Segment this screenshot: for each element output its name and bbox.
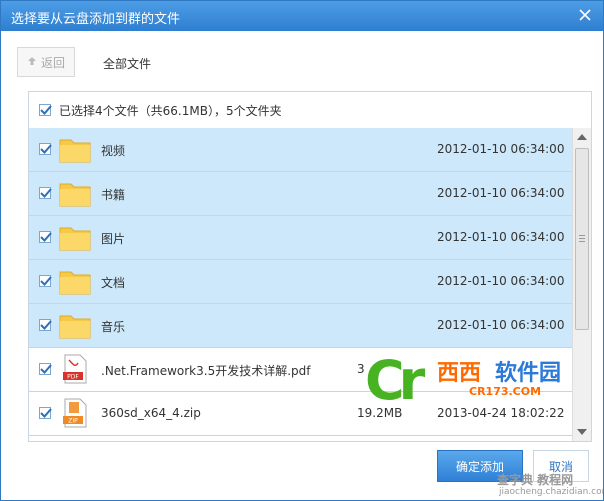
folder-icon [59,310,91,340]
file-picker-dialog: 选择要从云盘添加到群的文件 返回 全部文件 已选择4个文件（共66.1MB），5… [0,0,604,501]
watermark-cn1: 西西 [437,361,482,386]
selection-summary-text: 已选择4个文件（共66.1MB），5个文件夹 [59,103,282,118]
folder-icon [59,178,91,208]
watermark-cr: Cr [365,349,425,412]
scroll-up-icon[interactable] [577,134,587,140]
watermark-site: 查字典 教程网 jiaocheng.chazidian.com [497,471,604,500]
title-bar: 选择要从云盘添加到群的文件 [1,1,603,31]
close-icon[interactable] [577,7,593,23]
toolbar: 返回 全部文件 [17,47,577,79]
file-name: 文档 [101,276,126,290]
file-name: .Net.Framework3.5开发技术详解.pdf [101,364,311,378]
table-row[interactable]: 书籍 2012-01-10 06:34:00 [29,172,572,216]
watermark-url: CR173.COM [469,385,542,398]
row-checkbox[interactable] [39,187,52,199]
row-checkbox[interactable] [39,363,52,375]
file-name: 书籍 [101,188,126,202]
pdf-file-icon: PDF [59,354,91,384]
file-time: 2012-01-10 06:34:00 [437,318,565,332]
file-name: 音乐 [101,320,126,334]
file-name: 图片 [101,232,126,246]
row-checkbox[interactable] [39,407,52,419]
scroll-thumb[interactable] [575,148,589,330]
table-row[interactable]: 文档 2012-01-10 06:34:00 [29,260,572,304]
table-row[interactable]: 图片 2012-01-10 06:34:00 [29,216,572,260]
file-name: 视频 [101,144,126,158]
grip-icon [579,235,585,236]
svg-text:PDF: PDF [67,374,79,381]
watermark-cn2: 软件园 [495,361,562,386]
file-time: 2012-01-10 06:34:00 [437,186,565,200]
row-checkbox[interactable] [39,143,52,155]
svg-text:ZIP: ZIP [68,418,78,425]
row-checkbox[interactable] [39,275,52,287]
file-time: 2012-01-10 06:34:00 [437,230,565,244]
selection-summary: 已选择4个文件（共66.1MB），5个文件夹 [29,92,591,129]
file-name: 360sd_x64_4.zip [101,406,201,420]
watermark-logo: Cr 西西 软件园 CR173.COM [365,349,603,419]
table-row[interactable]: 音乐 2012-01-10 06:34:00 [29,304,572,348]
back-button-label: 返回 [40,55,65,70]
table-row[interactable]: 视频 2012-01-10 06:34:00 [29,128,572,172]
file-time: 2012-01-10 06:34:00 [437,142,565,156]
folder-icon [59,266,91,296]
folder-icon [59,134,91,164]
select-all-checkbox[interactable] [39,104,52,116]
breadcrumb[interactable]: 全部文件 [103,55,151,72]
dialog-title: 选择要从云盘添加到群的文件 [11,12,181,27]
watermark-site-url: jiaocheng.chazidian.com [499,487,604,497]
arrow-up-icon [27,55,37,69]
zip-file-icon: ZIP [59,398,91,428]
back-button[interactable]: 返回 [17,47,75,77]
scroll-down-icon[interactable] [577,429,587,435]
row-checkbox[interactable] [39,319,52,331]
file-time: 2012-01-10 06:34:00 [437,274,565,288]
file-size: 3 [357,362,365,376]
watermark-site-name: 查字典 教程网 [497,473,574,487]
row-checkbox[interactable] [39,231,52,243]
folder-icon [59,222,91,252]
